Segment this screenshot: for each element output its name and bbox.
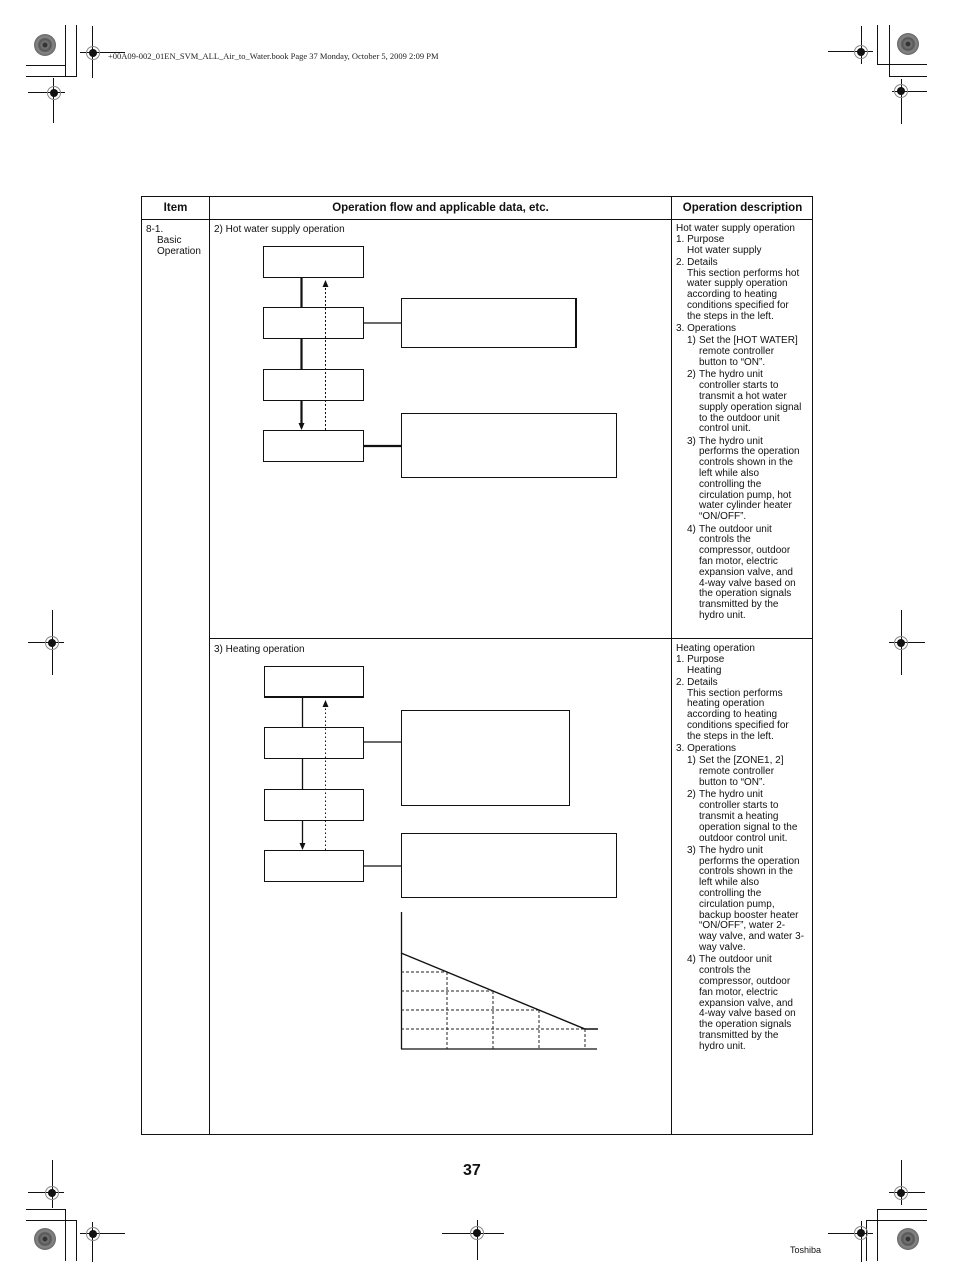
heating-curve-graph [400,912,598,1050]
graph-curve [400,952,598,1030]
brand-footer: Toshiba [790,1245,822,1255]
arrow-head-up-icon [322,280,329,287]
flow-connectors [298,278,598,1050]
arrow-head-down-icon [299,843,306,850]
arrow-head-down-icon [298,423,305,430]
arrow-head-up-icon [322,700,329,707]
page-number: 37 [463,1162,481,1179]
